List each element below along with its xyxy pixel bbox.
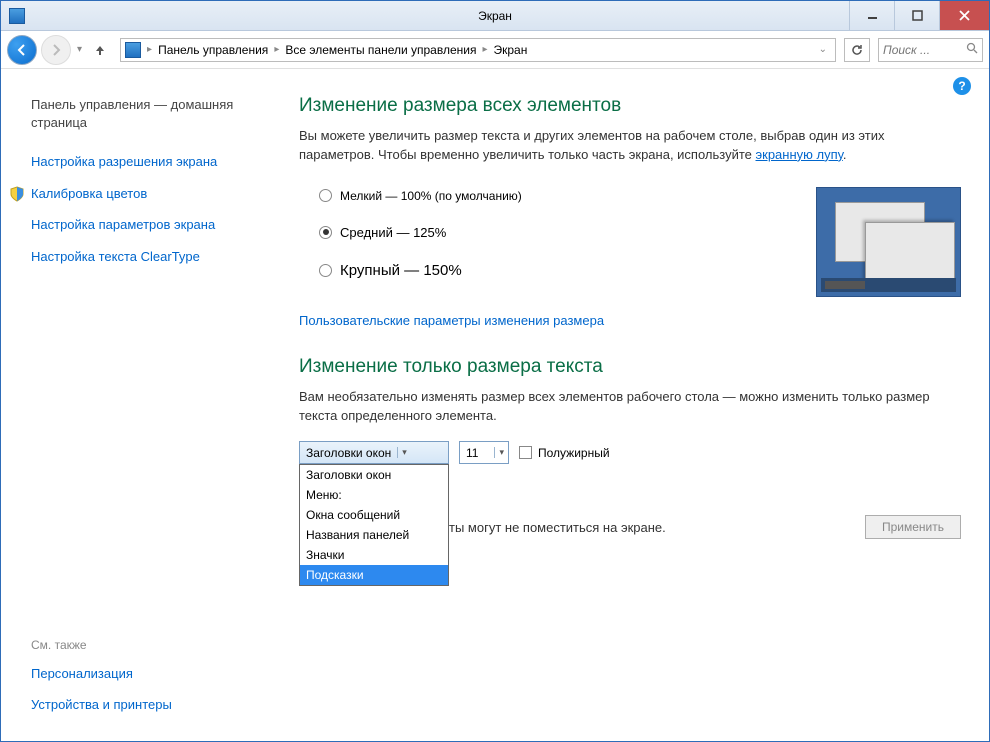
sidebar-home-link[interactable]: Панель управления — домашняя страница bbox=[31, 89, 251, 138]
radio-label: Мелкий — 100% (по умолчанию) bbox=[340, 189, 522, 203]
window-icon bbox=[9, 8, 25, 24]
shield-icon bbox=[9, 186, 25, 207]
breadcrumb-arrow-icon[interactable]: ▸ bbox=[272, 44, 281, 55]
address-icon bbox=[125, 42, 141, 58]
window-controls bbox=[849, 1, 989, 30]
heading-resize-all: Изменение размера всех элементов bbox=[299, 95, 961, 117]
minimize-button[interactable] bbox=[849, 1, 894, 30]
element-combo[interactable]: Заголовки окон ▾ Заголовки оконМеню:Окна… bbox=[299, 441, 449, 464]
sidebar-footer-link[interactable]: Персонализация bbox=[31, 658, 251, 690]
sidebar-footer: См. также Персонализация Устройства и пр… bbox=[31, 632, 251, 721]
search-input[interactable] bbox=[883, 43, 966, 57]
search-icon bbox=[966, 42, 978, 57]
radio-label: Средний — 125% bbox=[340, 225, 446, 240]
element-dropdown: Заголовки оконМеню:Окна сообщенийНазвани… bbox=[299, 464, 449, 586]
sidebar-footer-title: См. также bbox=[31, 632, 251, 658]
nav-forward-button[interactable] bbox=[41, 35, 71, 65]
maximize-button[interactable] bbox=[894, 1, 939, 30]
close-button[interactable] bbox=[939, 1, 989, 30]
sidebar-link-cleartype[interactable]: Настройка текста ClearType bbox=[31, 241, 251, 273]
radio-label: Крупный — 150% bbox=[340, 262, 462, 279]
sidebar-footer-link[interactable]: Устройства и принтеры bbox=[31, 689, 251, 721]
radio-icon bbox=[319, 189, 332, 202]
custom-size-link[interactable]: Пользовательские параметры изменения раз… bbox=[299, 313, 961, 328]
desc-text-only: Вам необязательно изменять размер всех э… bbox=[299, 388, 961, 426]
breadcrumb-arrow-icon[interactable]: ▸ bbox=[480, 44, 489, 55]
sidebar-link-label: Калибровка цветов bbox=[31, 186, 147, 201]
heading-text-only: Изменение только размера текста bbox=[299, 356, 961, 378]
combo-value: Заголовки окон bbox=[306, 446, 391, 460]
title-bar: Экран bbox=[1, 1, 989, 31]
radio-icon bbox=[319, 264, 332, 277]
breadcrumb-segment[interactable]: Экран bbox=[490, 43, 532, 57]
desc-resize-all: Вы можете увеличить размер текста и друг… bbox=[299, 127, 961, 165]
chevron-down-icon: ▾ bbox=[397, 447, 407, 458]
size-options: Мелкий — 100% (по умолчанию) Средний — 1… bbox=[299, 179, 776, 301]
sidebar: Панель управления — домашняя страница На… bbox=[1, 69, 271, 741]
help-icon[interactable]: ? bbox=[953, 77, 971, 95]
address-dropdown-icon[interactable]: ⌄ bbox=[815, 44, 831, 55]
nav-back-button[interactable] bbox=[7, 35, 37, 65]
nav-up-button[interactable] bbox=[88, 38, 112, 62]
fontsize-combo[interactable]: 11 ▾ bbox=[459, 441, 509, 464]
checkbox-label: Полужирный bbox=[538, 446, 610, 460]
sidebar-link-resolution[interactable]: Настройка разрешения экрана bbox=[31, 146, 251, 178]
dropdown-item[interactable]: Названия панелей bbox=[300, 525, 448, 545]
apply-button[interactable]: Применить bbox=[865, 515, 961, 539]
magnifier-link[interactable]: экранную лупу bbox=[756, 147, 843, 162]
window-title: Экран bbox=[478, 9, 512, 23]
sidebar-link-calibration[interactable]: Калибровка цветов bbox=[31, 178, 251, 210]
refresh-button[interactable] bbox=[844, 38, 870, 62]
search-box[interactable] bbox=[878, 38, 983, 62]
sidebar-link-params[interactable]: Настройка параметров экрана bbox=[31, 209, 251, 241]
breadcrumb-segment[interactable]: Панель управления bbox=[154, 43, 272, 57]
bold-checkbox-row[interactable]: Полужирный bbox=[519, 446, 610, 460]
radio-large[interactable]: Крупный — 150% bbox=[319, 262, 776, 279]
radio-medium[interactable]: Средний — 125% bbox=[319, 225, 776, 240]
checkbox-icon bbox=[519, 446, 532, 459]
breadcrumb-segment[interactable]: Все элементы панели управления bbox=[281, 43, 480, 57]
desc-text: . bbox=[843, 147, 847, 162]
address-bar[interactable]: ▸ Панель управления ▸ Все элементы панел… bbox=[120, 38, 836, 62]
radio-small[interactable]: Мелкий — 100% (по умолчанию) bbox=[319, 189, 776, 203]
chevron-down-icon: ▾ bbox=[494, 447, 504, 458]
nav-bar: ▾ ▸ Панель управления ▸ Все элементы пан… bbox=[1, 31, 989, 69]
dropdown-item[interactable]: Окна сообщений bbox=[300, 505, 448, 525]
dropdown-item[interactable]: Меню: bbox=[300, 485, 448, 505]
nav-history-chevron-icon[interactable]: ▾ bbox=[77, 44, 82, 55]
combo-value: 11 bbox=[466, 446, 478, 460]
radio-icon bbox=[319, 226, 332, 239]
dropdown-item[interactable]: Значки bbox=[300, 545, 448, 565]
breadcrumb-arrow-icon[interactable]: ▸ bbox=[145, 44, 154, 55]
dropdown-item[interactable]: Заголовки окон bbox=[300, 465, 448, 485]
dropdown-item[interactable]: Подсказки bbox=[300, 565, 448, 585]
preview-image bbox=[816, 187, 961, 297]
main-content: ? Изменение размера всех элементов Вы мо… bbox=[271, 69, 989, 741]
